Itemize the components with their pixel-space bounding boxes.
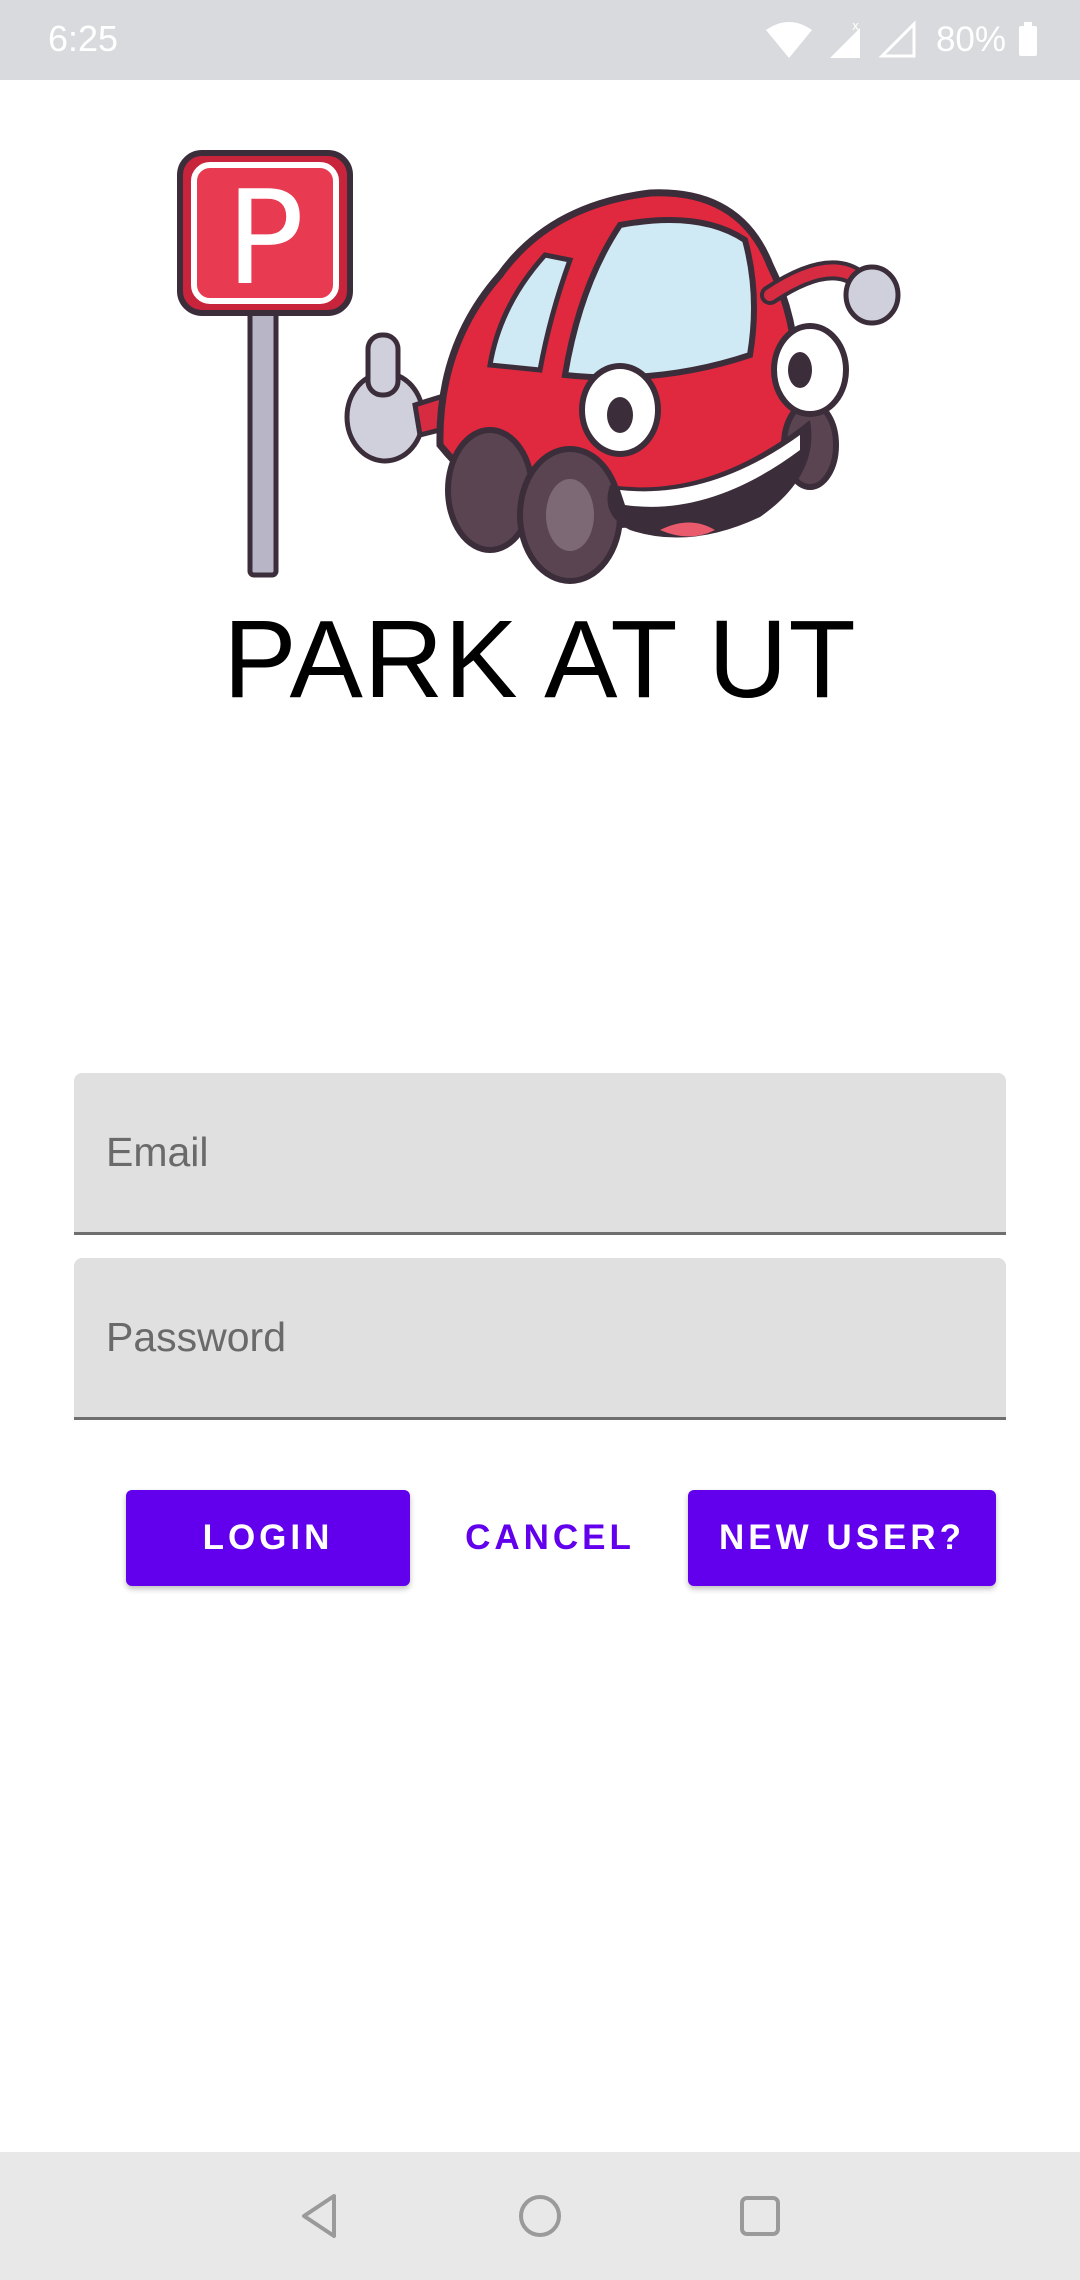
wifi-icon [764,20,814,60]
login-button[interactable]: LOGIN [126,1490,410,1586]
parking-logo-icon: P [170,145,910,585]
battery-percent: 80% [935,20,1006,59]
battery-icon [1018,22,1038,58]
password-field-container[interactable] [74,1258,1006,1420]
svg-text:x: x [852,20,859,33]
email-field-container[interactable] [74,1073,1006,1235]
status-icons: x 80% [764,16,1038,64]
home-icon[interactable] [510,2186,570,2246]
mobile-data-icon: x [826,20,866,60]
new-user-button[interactable]: NEW USER? [688,1490,996,1586]
recent-apps-icon[interactable] [730,2186,790,2246]
signal-icon [878,20,918,60]
status-bar: 6:25 x 80% [0,0,1080,80]
cancel-button[interactable]: CANCEL [440,1490,660,1586]
password-field[interactable] [74,1258,1006,1417]
svg-text:P: P [226,162,304,314]
email-field[interactable] [74,1073,1006,1232]
back-icon[interactable] [290,2186,350,2246]
navigation-bar [0,2152,1080,2280]
app-title: PARK AT UT [223,598,857,721]
status-time: 6:25 [48,18,119,59]
